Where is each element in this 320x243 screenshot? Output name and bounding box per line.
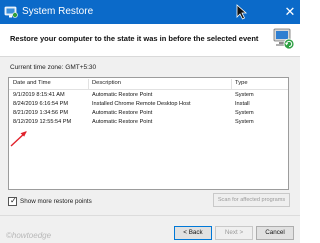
row-type: System xyxy=(235,119,254,125)
watermark: ©howtoedge xyxy=(6,231,52,240)
row-type: System xyxy=(235,92,254,98)
title-bar: System Restore ✕ xyxy=(0,0,300,24)
column-divider[interactable] xyxy=(231,79,232,89)
column-header-type[interactable]: Type xyxy=(235,80,248,86)
column-header-description[interactable]: Description xyxy=(92,80,121,86)
row-type: System xyxy=(235,110,254,116)
table-row[interactable]: 8/21/2019 1:34:56 PM Automatic Restore P… xyxy=(9,109,288,118)
close-button[interactable]: ✕ xyxy=(282,3,298,21)
column-divider[interactable] xyxy=(88,79,89,89)
system-restore-icon xyxy=(4,6,18,18)
footer-divider xyxy=(0,215,300,216)
table-header: Date and Time Description Type xyxy=(9,78,288,90)
row-date: 9/1/2019 8:15:41 AM xyxy=(13,92,65,98)
cancel-button[interactable]: Cancel xyxy=(256,226,294,240)
row-date: 8/21/2019 1:34:56 PM xyxy=(13,110,69,116)
window-title: System Restore xyxy=(22,6,94,17)
table-row[interactable]: 9/1/2019 8:15:41 AM Automatic Restore Po… xyxy=(9,91,288,100)
row-date: 8/12/2019 12:55:54 PM xyxy=(13,119,72,125)
timezone-label: Current time zone: GMT+5:30 xyxy=(10,64,97,71)
scan-affected-programs-button[interactable]: Scan for affected programs xyxy=(213,193,290,207)
restore-points-table[interactable]: Date and Time Description Type 9/1/2019 … xyxy=(8,77,289,190)
checkbox-box[interactable]: ✓ xyxy=(8,196,17,206)
show-more-label[interactable]: Show more restore points xyxy=(20,198,92,205)
row-description: Automatic Restore Point xyxy=(92,119,153,125)
row-description: Automatic Restore Point xyxy=(92,110,153,116)
check-icon: ✓ xyxy=(10,196,17,205)
row-description: Automatic Restore Point xyxy=(92,92,153,98)
annotation-arrow-icon xyxy=(10,131,27,147)
page-heading: Restore your computer to the state it wa… xyxy=(10,34,259,43)
row-date: 8/24/2019 6:16:54 PM xyxy=(13,101,69,107)
back-button[interactable]: < Back xyxy=(174,226,212,240)
row-type: Install xyxy=(235,101,250,107)
table-row[interactable]: 8/12/2019 12:55:54 PM Automatic Restore … xyxy=(9,118,288,127)
table-row[interactable]: 8/24/2019 6:16:54 PM Installed Chrome Re… xyxy=(9,100,288,109)
next-button[interactable]: Next > xyxy=(215,226,253,240)
column-header-date[interactable]: Date and Time xyxy=(13,80,51,86)
header-panel: Restore your computer to the state it wa… xyxy=(0,24,300,56)
mouse-cursor-icon xyxy=(236,4,248,20)
row-description: Installed Chrome Remote Desktop Host xyxy=(92,101,191,107)
system-restore-computer-icon xyxy=(273,28,295,50)
